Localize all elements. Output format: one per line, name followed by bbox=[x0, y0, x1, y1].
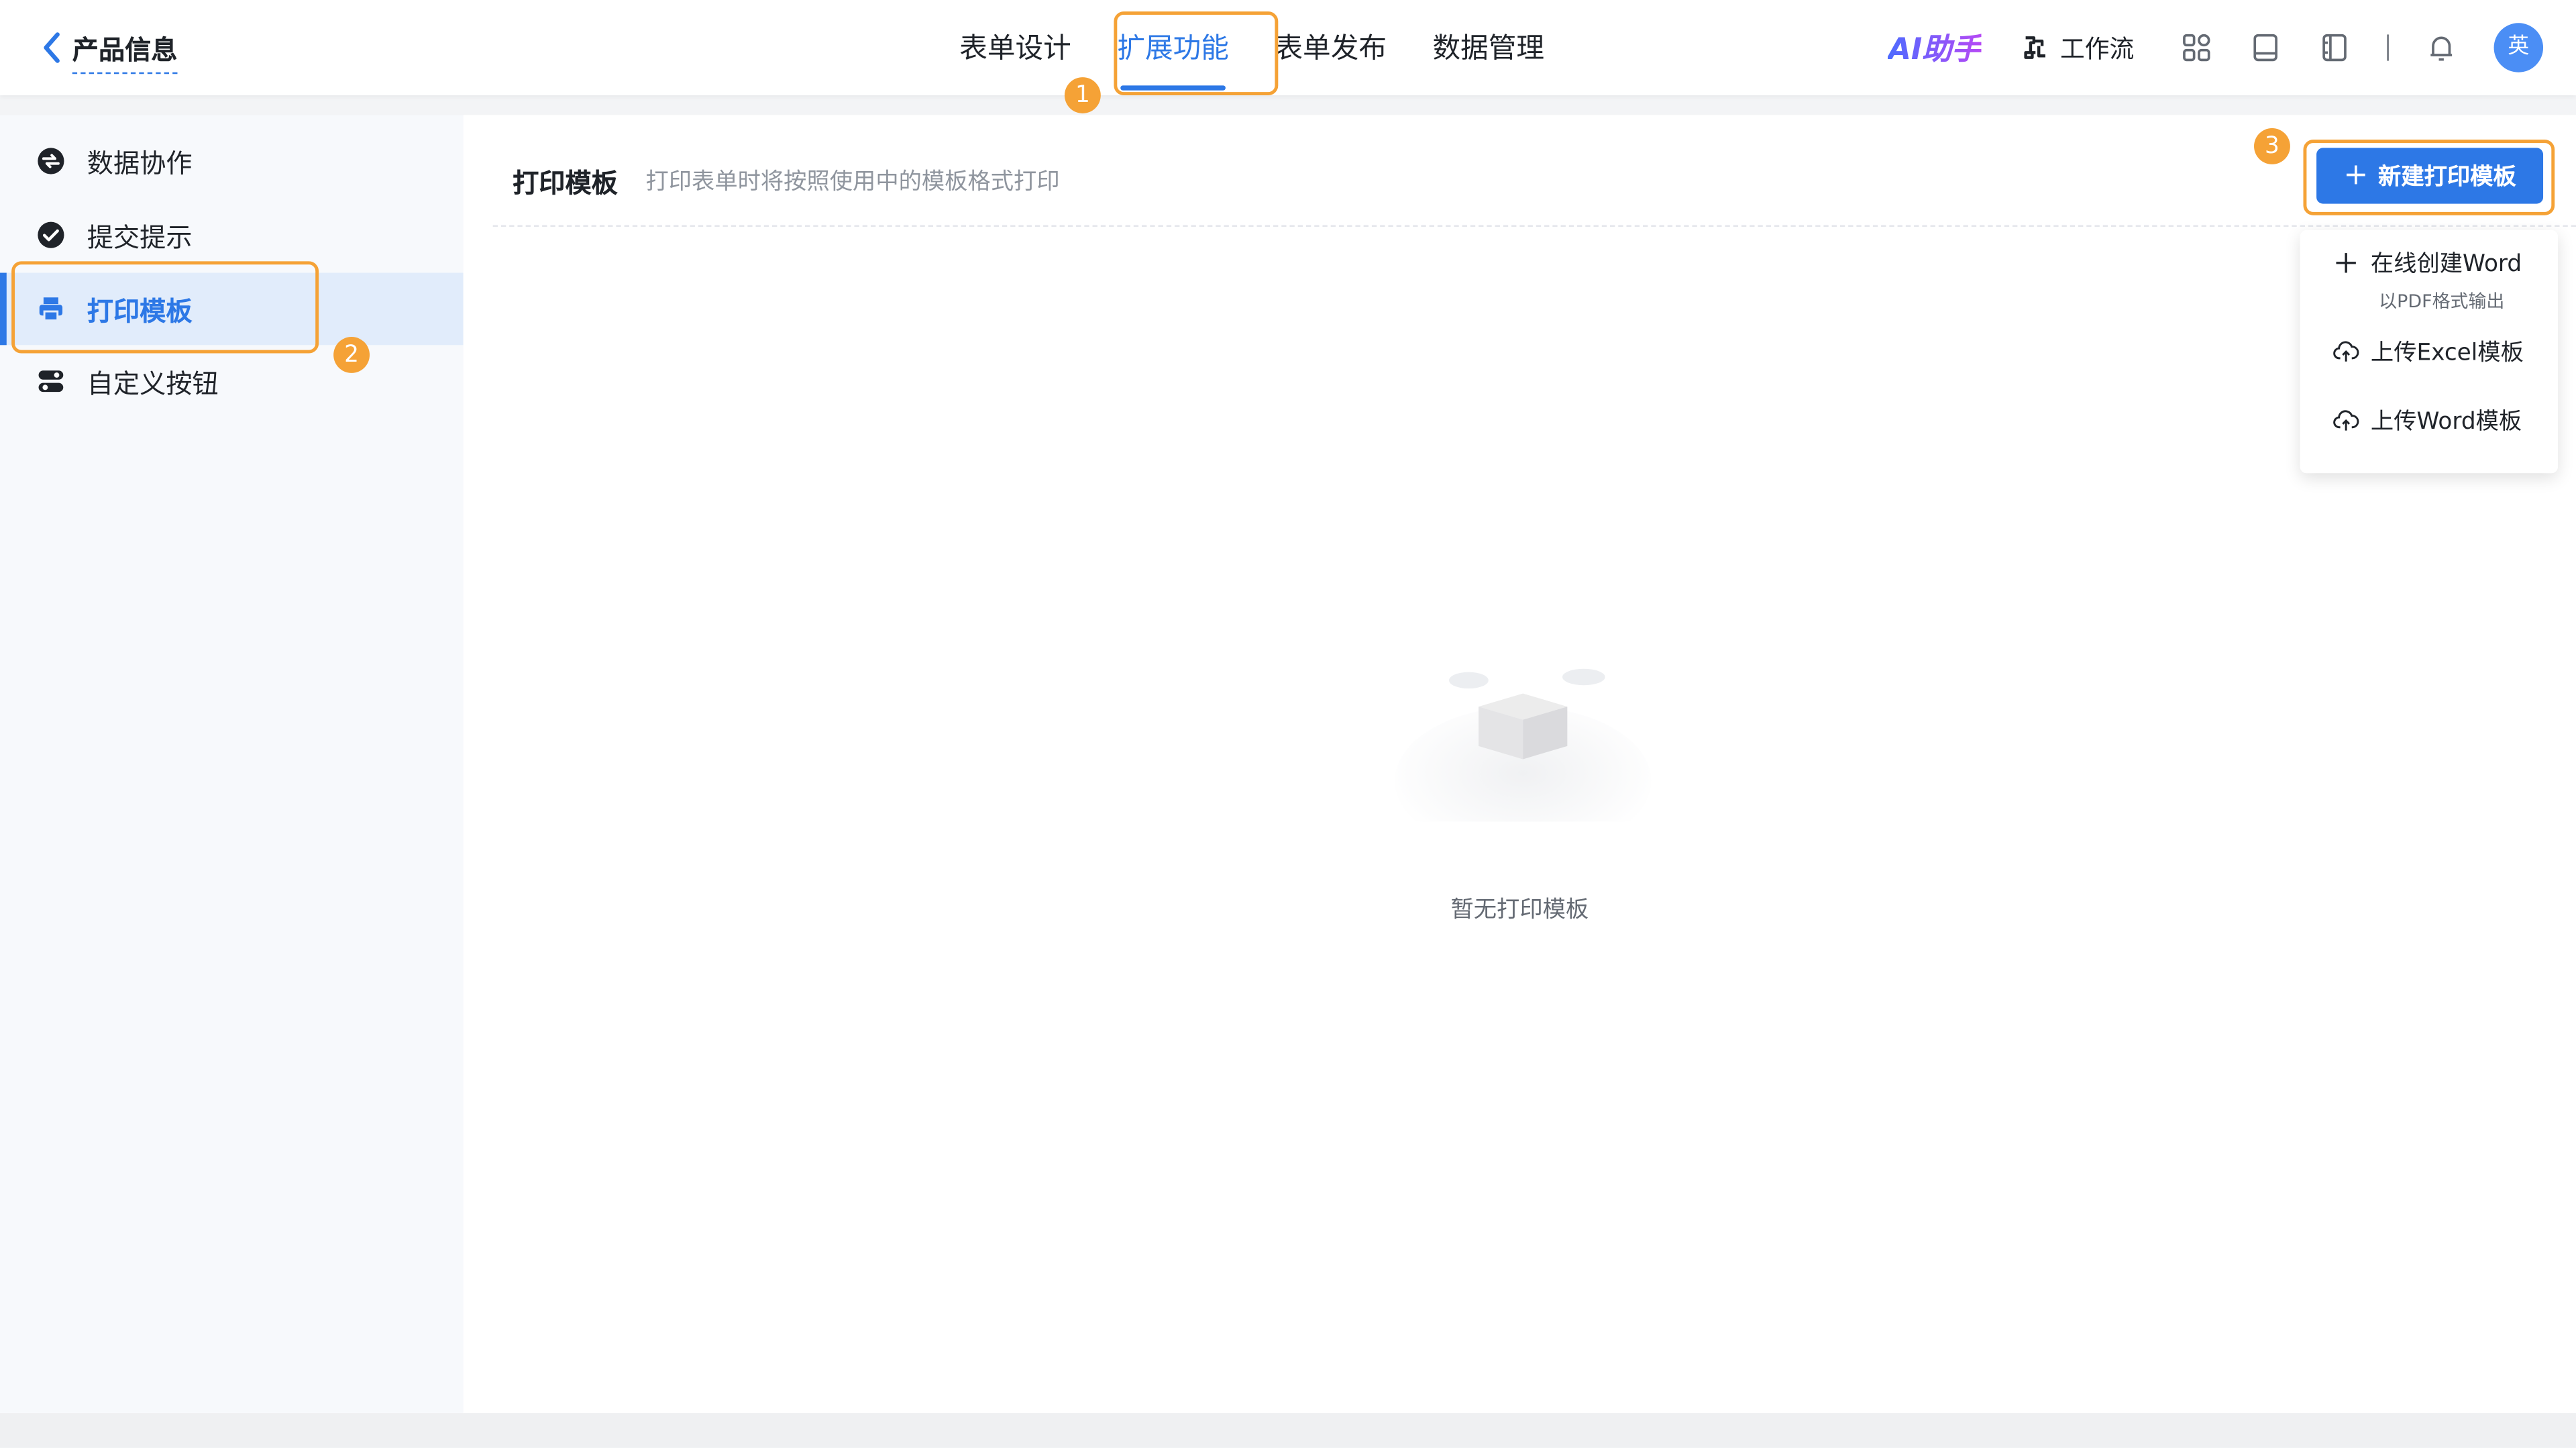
bottom-gutter bbox=[0, 1413, 2576, 1448]
chevron-left-icon bbox=[44, 32, 60, 63]
printer-icon bbox=[39, 297, 63, 322]
app-title: 产品信息 bbox=[72, 28, 178, 74]
plus-icon: + bbox=[2343, 158, 2369, 193]
user-avatar[interactable]: 英 bbox=[2493, 23, 2544, 72]
sidebar-item-submit-tips[interactable]: 提交提示 bbox=[0, 199, 464, 271]
workflow-button[interactable]: 工作流 bbox=[2021, 30, 2134, 64]
toggle-icon bbox=[38, 370, 64, 393]
cloud-upload-icon bbox=[2333, 410, 2359, 431]
workflow-label: 工作流 bbox=[2060, 34, 2135, 64]
header-divider bbox=[2387, 34, 2389, 61]
sidebar-item-label: 提交提示 bbox=[87, 221, 193, 254]
dropdown-item-label: 上传Excel模板 bbox=[2370, 340, 2524, 367]
book-icon[interactable] bbox=[2249, 32, 2282, 64]
collaboration-icon bbox=[38, 148, 64, 174]
plus-icon bbox=[2336, 253, 2356, 273]
notebook-icon[interactable] bbox=[2318, 32, 2351, 64]
main-panel: 打印模板 打印表单时将按照使用中的模板格式打印 + 新建打印模板 在线创建Wor… bbox=[463, 115, 2576, 1414]
app-root: 产品信息 表单设计 扩展功能 表单发布 数据管理 AI助手 工作流 英 1 数据… bbox=[0, 0, 2576, 1448]
sidebar-item-label: 打印模板 bbox=[87, 295, 193, 327]
top-header: 产品信息 表单设计 扩展功能 表单发布 数据管理 AI助手 工作流 英 bbox=[0, 0, 2576, 96]
apps-icon[interactable] bbox=[2180, 32, 2213, 64]
bell-icon[interactable] bbox=[2425, 32, 2458, 64]
back-button[interactable]: 产品信息 bbox=[36, 23, 178, 74]
dropdown-item-sublabel: 以PDF格式输出 bbox=[2379, 291, 2505, 313]
page-description: 打印表单时将按照使用中的模板格式打印 bbox=[645, 169, 1060, 196]
check-circle-icon bbox=[38, 221, 64, 248]
dropdown-item-upload-word[interactable]: 上传Word模板 bbox=[2333, 404, 2545, 437]
tab-form-publish[interactable]: 表单发布 bbox=[1252, 0, 1409, 95]
tab-data-management[interactable]: 数据管理 bbox=[1409, 0, 1567, 95]
annotation-badge-3: 3 bbox=[2254, 128, 2290, 164]
annotation-badge-2: 2 bbox=[333, 337, 370, 373]
sidebar-item-label: 数据协作 bbox=[87, 148, 193, 179]
empty-state-text: 暂无打印模板 bbox=[1450, 897, 1589, 924]
annotation-badge-1: 1 bbox=[1064, 77, 1101, 113]
new-button-label: 新建打印模板 bbox=[2378, 164, 2516, 191]
main-nav: 表单设计 扩展功能 表单发布 数据管理 bbox=[936, 0, 1567, 95]
page-title: 打印模板 bbox=[513, 167, 618, 199]
empty-box-illustration bbox=[1395, 668, 1652, 822]
tab-extensions[interactable]: 扩展功能 bbox=[1094, 0, 1252, 95]
sidebar-item-print-template[interactable]: 打印模板 bbox=[0, 272, 464, 346]
ai-assistant-button[interactable]: AI助手 bbox=[1888, 26, 1982, 69]
cloud-upload-icon bbox=[2333, 341, 2359, 362]
dropdown-item-upload-excel[interactable]: 上传Excel模板 bbox=[2333, 335, 2545, 368]
workflow-icon bbox=[2024, 36, 2045, 59]
header-actions: AI助手 工作流 英 bbox=[1888, 0, 2544, 95]
new-template-dropdown: 在线创建Word 以PDF格式输出 上传Excel模板 上传Word模板 bbox=[2300, 229, 2559, 474]
sidebar-item-data-collaboration[interactable]: 数据协作 bbox=[0, 125, 464, 197]
sidebar: 数据协作 提交提示 打印模板 自定义按钮 bbox=[0, 115, 464, 1414]
new-print-template-button[interactable]: + 新建打印模板 bbox=[2316, 148, 2544, 204]
sidebar-item-custom-button[interactable]: 自定义按钮 bbox=[0, 345, 464, 417]
sidebar-item-label: 自定义按钮 bbox=[87, 368, 219, 400]
dropdown-item-label: 上传Word模板 bbox=[2370, 409, 2522, 435]
dropdown-item-online-word[interactable]: 在线创建Word bbox=[2333, 246, 2545, 279]
dropdown-item-label: 在线创建Word bbox=[2370, 251, 2522, 278]
